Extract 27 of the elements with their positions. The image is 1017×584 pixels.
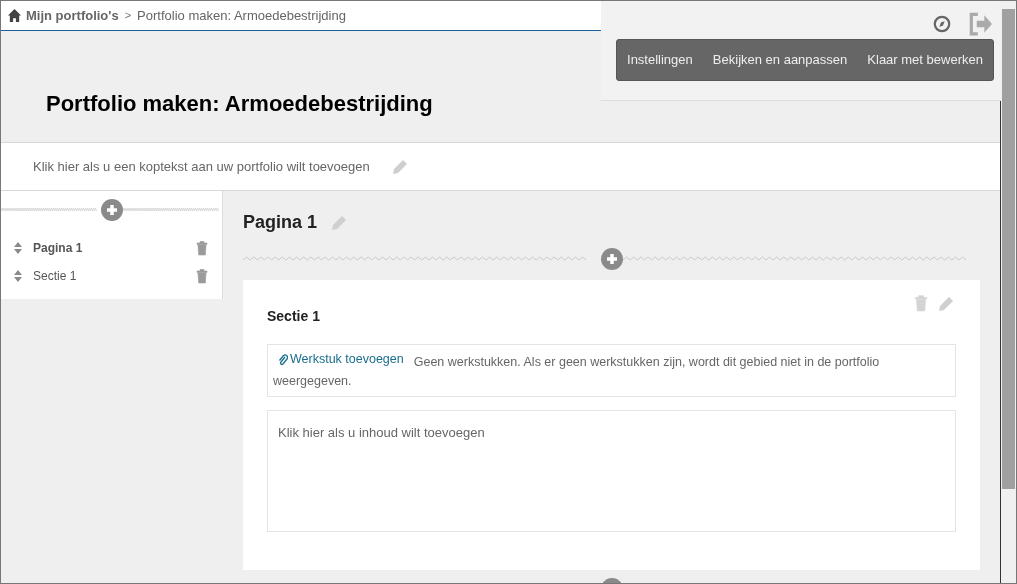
menu-item[interactable]: Klaar met bewerken <box>867 50 983 70</box>
menu-item[interactable]: Bekijken en aanpassen <box>712 50 848 70</box>
menu-item[interactable]: Instellingen <box>627 50 693 70</box>
section-title: Sectie 1 <box>267 307 321 326</box>
breadcrumb-link[interactable]: Mijn portfolio's <box>26 5 119 26</box>
add-icon[interactable] <box>600 248 623 270</box>
add-icon[interactable] <box>100 199 123 221</box>
paperclip-icon <box>278 353 288 366</box>
no-work-note: Werkstuk toevoegen Geen werkstukken. Als er geen werkstukken zijn, wordt dit gebied niet in de portfolio weergegeven. <box>273 350 881 390</box>
logout-icon[interactable] <box>967 11 993 37</box>
sidebar-item[interactable]: Pagina 1 <box>1 239 222 257</box>
compass-icon[interactable] <box>933 15 951 33</box>
trash-icon[interactable] <box>194 268 210 284</box>
pencil-icon[interactable] <box>936 294 956 314</box>
breadcrumb-separator: > <box>124 8 132 24</box>
header-prompt[interactable]: Klik hier als u een koptekst aan uw portfolio wilt toevoegen <box>33 156 370 177</box>
trash-icon[interactable] <box>912 294 930 312</box>
page-title: Portfolio maken: Armoedebestrijding <box>46 90 433 118</box>
home-icon[interactable] <box>7 8 22 23</box>
breadcrumb-current: Portfolio maken: Armoedebestrijding <box>137 6 346 25</box>
add-work-link[interactable]: Werkstuk toevoegen <box>278 350 404 369</box>
reorder-icon[interactable] <box>13 241 23 255</box>
trash-icon[interactable] <box>194 240 210 256</box>
page-heading: Pagina 1 <box>243 211 318 234</box>
reorder-icon[interactable] <box>13 269 23 283</box>
sidebar-item[interactable]: Sectie 1 <box>1 267 222 285</box>
content-field[interactable]: Klik hier als u inhoud wilt toevoegen <box>267 409 956 532</box>
